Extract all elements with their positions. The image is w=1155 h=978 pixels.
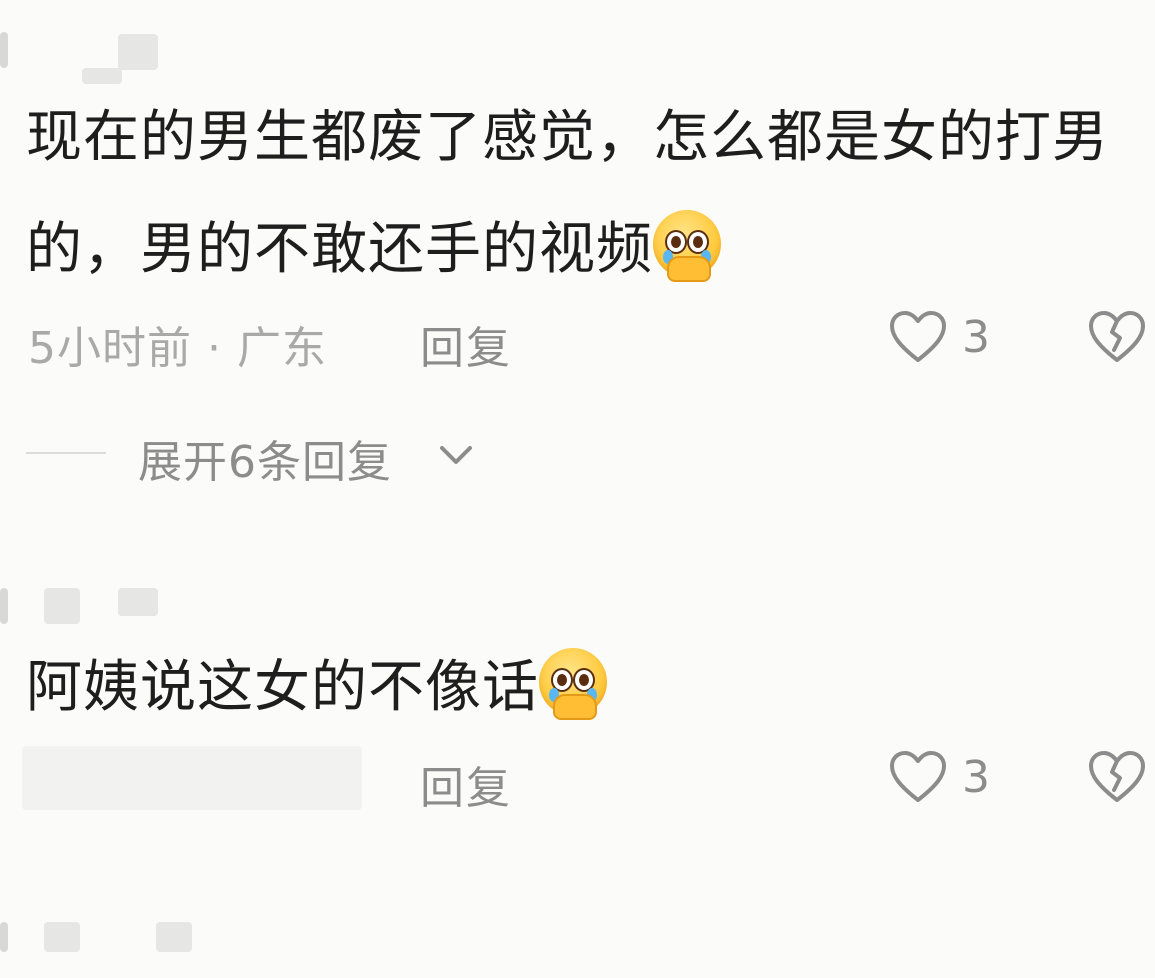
reply-button[interactable]: 回复 xyxy=(420,752,512,816)
comment-text-content: 阿姨说这女的不像话 xyxy=(26,655,539,720)
chevron-down-icon xyxy=(440,446,472,464)
username-blur xyxy=(44,922,80,952)
comment-item: 阿姨说这女的不像话 回复 3 xyxy=(0,560,1155,880)
username-blur xyxy=(44,588,80,624)
user-info-blurred xyxy=(0,28,400,88)
divider-line xyxy=(26,452,106,454)
heart-icon xyxy=(890,311,946,362)
expand-replies-button[interactable]: 展开6条回复 xyxy=(0,420,700,490)
username-blur xyxy=(118,34,158,70)
comment-text: 阿姨说这女的不像话 xyxy=(26,632,1126,744)
comment-text: 现在的男生都废了感觉，怎么都是女的打男的，男的不敢还手的视频 xyxy=(26,82,1126,306)
dislike-button[interactable] xyxy=(1086,306,1148,366)
comment-meta: 5小时前 · 广东 回复 3 xyxy=(0,306,1155,374)
broken-heart-icon xyxy=(1089,751,1145,802)
comment-item: 现在的男生都废了感觉，怎么都是女的打男的，男的不敢还手的视频 5小时前 · 广东… xyxy=(0,0,1155,540)
username-blur xyxy=(156,922,192,952)
like-button[interactable]: 3 xyxy=(888,746,1008,806)
pleading-crying-face-icon xyxy=(539,648,607,720)
user-info-blurred xyxy=(0,918,400,978)
reply-button[interactable]: 回复 xyxy=(420,312,512,376)
like-count: 3 xyxy=(962,312,990,363)
like-button[interactable]: 3 xyxy=(888,306,1008,366)
broken-heart-icon xyxy=(1089,311,1145,362)
pleading-crying-face-icon xyxy=(653,210,721,282)
avatar-blur xyxy=(0,32,8,68)
username-blur xyxy=(118,588,158,616)
avatar-blur xyxy=(0,922,8,952)
comment-time-location: 5小时前 · 广东 xyxy=(28,323,327,374)
expand-replies-label: 展开6条回复 xyxy=(138,437,392,488)
comment-item xyxy=(0,900,1155,952)
comment-text-content: 现在的男生都废了感觉，怎么都是女的打男的，男的不敢还手的视频 xyxy=(26,105,1109,282)
comment-meta: 回复 3 xyxy=(0,746,1155,814)
dislike-button[interactable] xyxy=(1086,746,1148,806)
time-location-blurred xyxy=(22,746,362,810)
avatar-blur xyxy=(0,588,8,624)
like-count: 3 xyxy=(962,752,990,803)
heart-icon xyxy=(890,751,946,802)
